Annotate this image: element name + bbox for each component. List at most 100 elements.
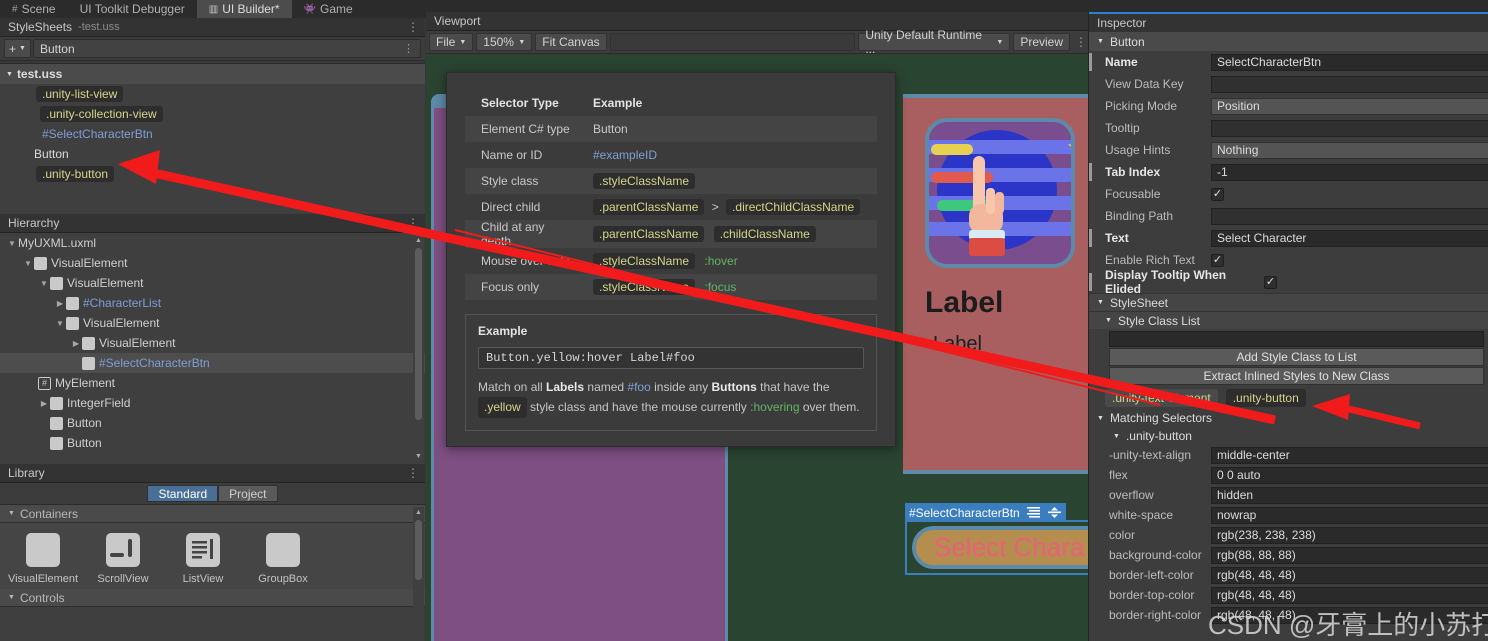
tab-game[interactable]: 👾 Game [292,0,365,18]
chevron-down-icon[interactable]: ▼ [54,319,66,328]
hash-icon: # [38,376,51,390]
canvas-select-character-button[interactable]: Select Chara [912,526,1088,569]
library-body: ▼ Containers VisualElement ScrollView Li… [0,505,425,641]
inspector-foldout-button[interactable]: ▼ Button [1089,32,1488,51]
chevron-right-icon[interactable]: ▶ [54,299,66,308]
viewport-canvas[interactable]: ★ Label Label #SelectCharacterBtn Sel [426,54,1088,641]
chevron-down-icon[interactable]: ▼ [38,279,50,288]
style-class-input[interactable] [1109,331,1484,347]
tree-item-integerfield[interactable]: ▶ IntegerField [0,393,425,413]
field-name: Name SelectCharacterBtn [1089,51,1488,73]
library-tab-project[interactable]: Project [218,485,278,502]
style-property-value[interactable]: middle-center [1211,446,1488,464]
library-item-visualelement[interactable]: VisualElement [8,533,78,585]
tree-item-root[interactable]: ▼ MyUXML.uxml [0,233,425,253]
tab-index-input[interactable]: -1 [1211,163,1488,181]
style-property-value[interactable]: rgb(48, 48, 48) [1211,586,1488,604]
scroll-up-icon[interactable]: ▲ [413,507,424,518]
library-tab-standard[interactable]: Standard [147,485,219,502]
section-style-class-list[interactable]: ▼ Style Class List [1089,311,1488,329]
align-icon[interactable] [1026,506,1041,519]
selector-row[interactable]: #SelectCharacterBtn [0,124,425,144]
scroll-down-icon[interactable]: ▼ [413,451,424,462]
tree-item-button[interactable]: Button [0,413,425,433]
display-tooltip-checkbox[interactable]: ✓ [1264,275,1277,289]
chevron-down-icon[interactable]: ▼ [22,259,34,268]
panel-menu-icon[interactable]: ⋮ [407,467,419,479]
tree-item-visualelement[interactable]: ▶ VisualElement [0,333,425,353]
scrollbar-thumb[interactable] [415,520,422,580]
style-row: overflow hidden [1089,485,1488,505]
tree-item-selectcharacterbtn[interactable]: #SelectCharacterBtn [0,353,425,373]
selector-row[interactable]: .unity-collection-view [0,104,425,124]
library-scrollbar[interactable]: ▲ [413,507,424,639]
selector-menu-icon[interactable]: ⋮ [403,42,414,55]
tree-item-visualelement[interactable]: ▼ VisualElement [0,253,425,273]
library-section-controls[interactable]: ▼ Controls [0,589,425,607]
library-section-containers[interactable]: ▼ Containers [0,505,425,523]
file-menu-button[interactable]: File ▼ [429,33,474,51]
toolbar-spacer [609,33,856,51]
preview-button[interactable]: Preview [1013,33,1070,51]
class-chip-unity-text-element[interactable]: .unity-text-element [1105,389,1218,407]
binding-path-input[interactable] [1211,207,1488,225]
usage-hints-dropdown[interactable]: Nothing [1211,141,1488,159]
matching-selector-unity-button[interactable]: ▼ .unity-button [1089,427,1488,445]
fit-canvas-button[interactable]: Fit Canvas [535,33,607,51]
tree-item-myelement[interactable]: # MyElement [0,373,425,393]
library-item-listview[interactable]: ListView [174,533,232,585]
style-property-value[interactable]: rgb(48, 48, 48) [1211,566,1488,584]
example-token-class: .parentClassName [593,199,705,215]
theme-dropdown[interactable]: Unity Default Runtime ... ▼ [858,28,1011,56]
example-code-field[interactable]: Button.yellow:hover Label#foo [478,347,864,369]
zoom-dropdown[interactable]: 150% ▼ [476,33,533,51]
chevron-down-icon[interactable]: ▼ [6,239,18,248]
section-matching-selectors[interactable]: ▼ Matching Selectors [1089,409,1488,427]
section-label: StyleSheet [1109,295,1168,310]
selector-row[interactable]: .unity-list-view [0,84,425,104]
tree-item-characterlist[interactable]: ▶ #CharacterList [0,293,425,313]
scrollbar-thumb[interactable] [415,248,422,420]
chevron-right-icon[interactable]: ▶ [70,339,82,348]
panel-menu-icon[interactable]: ⋮ [407,217,419,229]
tree-item-button[interactable]: Button [0,433,425,453]
style-property-value[interactable]: 0 0 auto [1211,466,1488,484]
selector-row-unity-button[interactable]: .unity-button [0,164,425,184]
panel-menu-icon[interactable]: ⋮ [407,21,419,33]
style-property-value[interactable]: rgb(88, 88, 88) [1211,546,1488,564]
tree-item-visualelement[interactable]: ▼ VisualElement [0,313,425,333]
style-property-value[interactable]: rgb(238, 238, 238) [1211,526,1488,544]
style-property-value[interactable]: hidden [1211,486,1488,504]
add-style-class-button[interactable]: Add Style Class to List [1109,348,1484,366]
canvas-character-card[interactable]: ★ Label Label [903,94,1088,474]
extract-inlined-styles-button[interactable]: Extract Inlined Styles to New Class [1109,367,1484,385]
style-property-value[interactable]: nowrap [1211,506,1488,524]
hierarchy-scrollbar[interactable]: ▲ ▼ [413,235,424,462]
text-input[interactable]: Select Character [1211,229,1488,247]
field-usage-hints: Usage Hints Nothing [1089,139,1488,161]
viewport-panel: Viewport File ▼ 150% ▼ Fit Canvas Unity … [426,12,1088,641]
library-item-groupbox[interactable]: GroupBox [254,533,312,585]
viewport-menu-icon[interactable]: ⋮ [1075,36,1087,48]
name-input[interactable]: SelectCharacterBtn [1211,53,1488,71]
selector-row[interactable]: Button [0,144,425,164]
library-item-scrollview[interactable]: ScrollView [94,533,152,585]
picking-mode-dropdown[interactable]: Position [1211,97,1488,115]
tab-ui-builder[interactable]: ▥ UI Builder* [196,0,292,18]
tooltip-input[interactable] [1211,119,1488,137]
tab-ui-toolkit-debugger[interactable]: UI Toolkit Debugger [68,0,197,18]
chevron-right-icon[interactable]: ▶ [38,399,50,408]
focusable-checkbox[interactable]: ✓ [1211,187,1224,201]
distribute-icon[interactable] [1047,506,1062,519]
section-label: Matching Selectors [1109,411,1212,425]
enable-rich-text-checkbox[interactable]: ✓ [1211,253,1224,267]
tab-scene[interactable]: # Scene [0,0,68,18]
stylesheet-root-row[interactable]: ▼ test.uss [0,64,425,84]
class-chip-unity-button[interactable]: .unity-button [1225,389,1306,407]
canvas-selection-box[interactable]: #SelectCharacterBtn Select Chara [905,503,1088,575]
scroll-up-icon[interactable]: ▲ [413,235,424,246]
view-data-key-input[interactable] [1211,75,1488,93]
add-stylesheet-button[interactable]: + ▼ [4,39,31,58]
selector-input[interactable]: Button ⋮ [32,39,421,58]
tree-item-visualelement[interactable]: ▼ VisualElement [0,273,425,293]
